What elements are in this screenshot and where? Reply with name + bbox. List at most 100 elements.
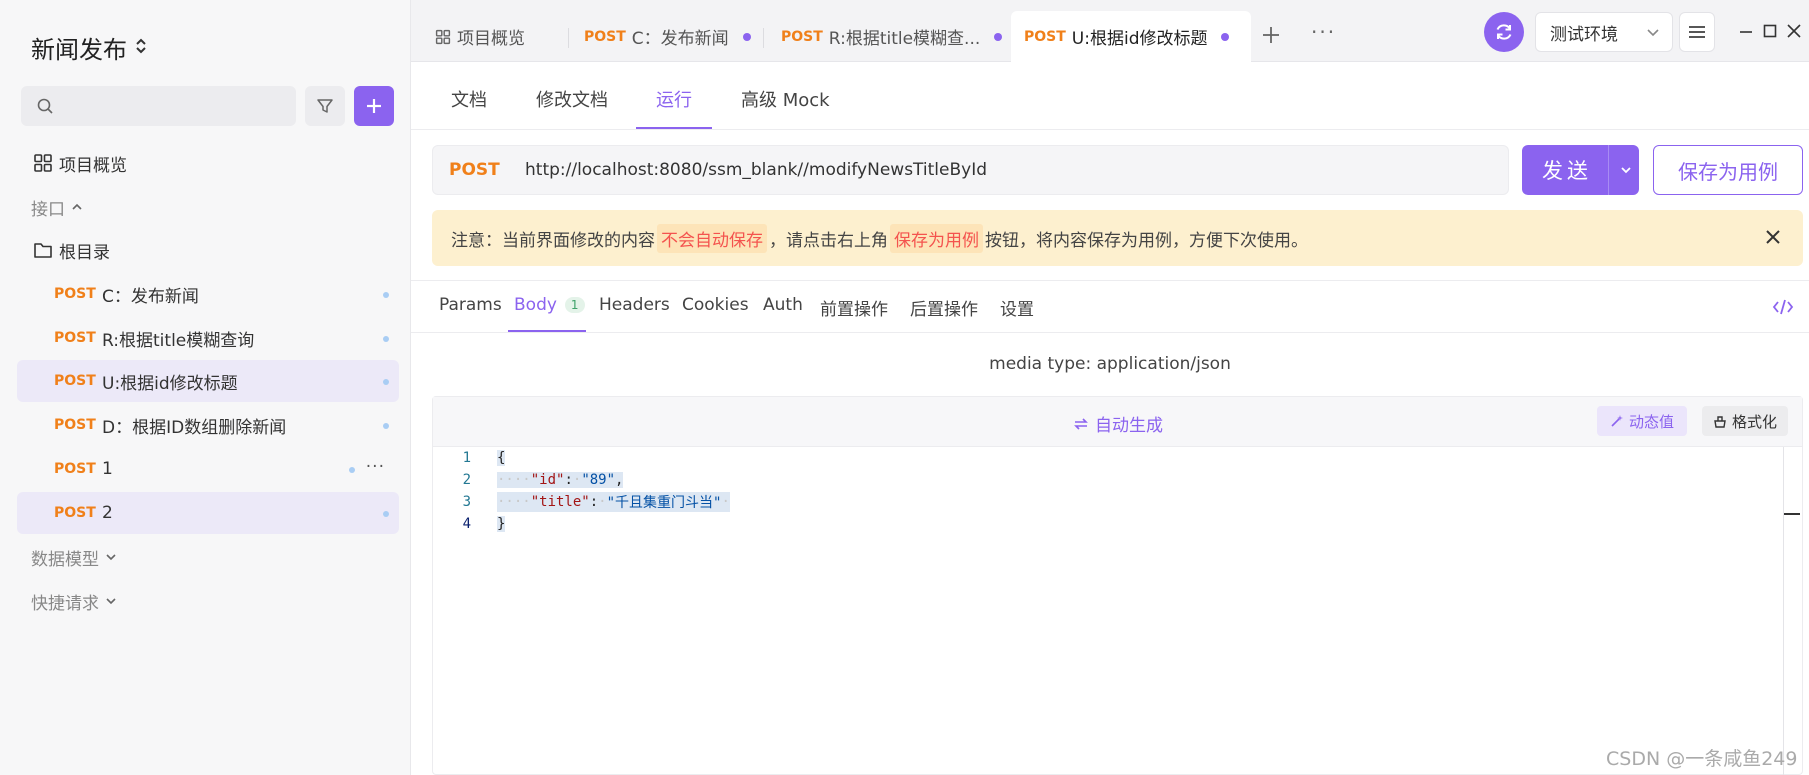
format-button[interactable]: 格式化 xyxy=(1702,406,1788,436)
close-window-button[interactable] xyxy=(1783,20,1805,42)
method-select[interactable]: POST xyxy=(449,160,525,180)
tab-more-button[interactable]: ··· xyxy=(1311,20,1336,44)
code-area[interactable]: 1 { 2 ···· "id": · "89", 3 ···· "title": · "千且… xyxy=(433,447,1802,535)
tab-separator xyxy=(763,28,764,48)
tab-separator xyxy=(568,28,569,48)
sidebar-item-label: D：根据ID数组删除新闻 xyxy=(102,417,287,438)
sidebar-item-api[interactable]: POST 2 xyxy=(17,492,399,534)
tab-body-label: Body xyxy=(514,295,557,315)
unsaved-dot xyxy=(742,32,751,41)
add-button[interactable] xyxy=(354,86,394,126)
sidebar-item-overview[interactable]: 项目概览 xyxy=(17,142,399,184)
sidebar: 新闻发布 项目概览 接口 根目录 POST C：发布新闻 POST R:根据ti… xyxy=(0,0,411,775)
json-key: "id" xyxy=(530,472,565,488)
line-number: 4 xyxy=(462,516,471,532)
json-value: "89" xyxy=(581,472,616,488)
cursor-ruler-mark xyxy=(1784,513,1800,515)
sidebar-item-api[interactable]: POST R:根据title模糊查询 xyxy=(17,317,399,359)
status-dot xyxy=(383,423,389,429)
refresh-icon xyxy=(1496,24,1512,40)
chevron-down-icon[interactable] xyxy=(1618,162,1634,178)
subtab-run[interactable]: 运行 xyxy=(656,86,692,112)
editor-toolbar: 自动生成 动态值 格式化 xyxy=(433,397,1802,447)
tab-auth[interactable]: Auth xyxy=(763,295,803,315)
sidebar-item-api[interactable]: POST C：发布新闻 xyxy=(17,273,399,315)
folder-icon xyxy=(33,241,53,259)
grid-icon xyxy=(33,153,53,173)
maximize-button[interactable] xyxy=(1759,20,1781,42)
status-dot xyxy=(383,336,389,342)
unsaved-dot xyxy=(994,32,1003,41)
tab-label: C：发布新闻 xyxy=(631,29,729,49)
watermark: CSDN @一条咸鱼249 xyxy=(1606,748,1798,770)
unsaved-dot xyxy=(1221,32,1230,41)
dynamic-value-button[interactable]: 动态值 xyxy=(1597,406,1687,436)
sidebar-item-api[interactable]: POST 1 ··· xyxy=(17,448,399,490)
line-content: ···· "title": · "千且集重门斗当" · xyxy=(497,492,730,512)
close-icon xyxy=(1787,24,1801,38)
send-label: 发送 xyxy=(1542,159,1592,183)
tab-headers[interactable]: Headers xyxy=(599,295,670,315)
notice-suffix: 按钮，将内容保存为用例，方便下次使用。 xyxy=(985,230,1308,251)
editor-scrollbar[interactable] xyxy=(1783,447,1784,775)
sync-button[interactable] xyxy=(1484,12,1524,52)
tab-body[interactable]: Body 1 xyxy=(514,295,585,315)
tab-params[interactable]: Params xyxy=(439,295,502,315)
subtab-edit-doc[interactable]: 修改文档 xyxy=(536,86,608,112)
search-icon xyxy=(37,98,53,114)
sidebar-item-root-folder[interactable]: 根目录 xyxy=(17,229,399,271)
tab-cookies[interactable]: Cookies xyxy=(682,295,749,315)
sidebar-item-label: 项目概览 xyxy=(59,155,127,176)
sidebar-item-label: 2 xyxy=(102,503,113,523)
section-api-toggle[interactable]: 接口 xyxy=(31,195,83,220)
tab-pre-script[interactable]: 前置操作 xyxy=(820,295,888,320)
status-dot xyxy=(383,511,389,517)
sidebar-item-label: 根目录 xyxy=(59,242,110,263)
environment-label: 测试环境 xyxy=(1550,24,1618,45)
code-line: 3 ···· "title": · "千且集重门斗当" · xyxy=(433,491,1802,513)
line-content: } xyxy=(497,516,506,532)
filter-icon xyxy=(317,99,333,113)
environment-select[interactable]: 测试环境 xyxy=(1535,12,1673,52)
unsaved-notice: 注意：当前界面修改的内容 不会自动保存 ，请点击右上角 保存为用例 按钮，将内容… xyxy=(432,210,1803,266)
more-options-icon[interactable]: ··· xyxy=(366,457,385,477)
search-input[interactable] xyxy=(21,86,296,126)
auto-generate-button[interactable]: 自动生成 xyxy=(1073,411,1163,436)
new-tab-button[interactable] xyxy=(1261,22,1281,52)
sidebar-item-api-selected[interactable]: POST U:根据id修改标题 xyxy=(17,360,399,402)
save-as-case-button[interactable]: 保存为用例 xyxy=(1653,145,1803,195)
dynamic-value-label: 动态值 xyxy=(1628,412,1674,431)
tab-overview[interactable]: 项目概览 xyxy=(435,11,525,62)
tab-api-active[interactable]: POST U:根据id修改标题 xyxy=(1011,11,1251,62)
subtab-advanced-mock[interactable]: 高级 Mock xyxy=(741,86,830,112)
section-models-toggle[interactable]: 数据模型 xyxy=(31,545,117,570)
project-title: 新闻发布 xyxy=(31,36,127,64)
updown-chevron-icon xyxy=(135,37,147,58)
tab-api[interactable]: POST R:根据title模糊查... xyxy=(781,11,1003,62)
project-switcher[interactable]: 新闻发布 xyxy=(31,30,147,65)
json-comma: , xyxy=(615,472,624,488)
doc-subtabs: 文档 修改文档 运行 高级 Mock xyxy=(411,62,1809,130)
line-number: 3 xyxy=(462,494,471,510)
sidebar-item-api[interactable]: POST D：根据ID数组删除新闻 xyxy=(17,404,399,446)
minimize-button[interactable] xyxy=(1735,20,1757,42)
subtab-doc[interactable]: 文档 xyxy=(451,86,487,112)
send-button[interactable]: 发送 xyxy=(1522,145,1639,195)
code-line: 1 { xyxy=(433,447,1802,469)
format-label: 格式化 xyxy=(1731,412,1777,431)
json-editor[interactable]: 自动生成 动态值 格式化 1 { 2 ···· "id": · "89", 3 … xyxy=(432,396,1803,775)
tab-label: R:根据title模糊查... xyxy=(828,29,981,49)
tab-settings[interactable]: 设置 xyxy=(1000,295,1034,320)
tab-post-script[interactable]: 后置操作 xyxy=(910,295,978,320)
plus-icon xyxy=(367,99,381,113)
url-input[interactable]: http://localhost:8080/ssm_blank//modifyN… xyxy=(525,160,987,180)
status-dot xyxy=(383,292,389,298)
section-quick-toggle[interactable]: 快捷请求 xyxy=(31,589,117,614)
tab-api[interactable]: POST C：发布新闻 xyxy=(584,11,751,62)
url-bar[interactable]: POST http://localhost:8080/ssm_blank//mo… xyxy=(432,145,1509,195)
filter-button[interactable] xyxy=(305,86,345,126)
notice-highlight: 保存为用例 xyxy=(890,223,983,253)
close-icon[interactable] xyxy=(1763,227,1783,247)
menu-button[interactable] xyxy=(1679,12,1715,52)
code-icon[interactable] xyxy=(1772,298,1794,316)
